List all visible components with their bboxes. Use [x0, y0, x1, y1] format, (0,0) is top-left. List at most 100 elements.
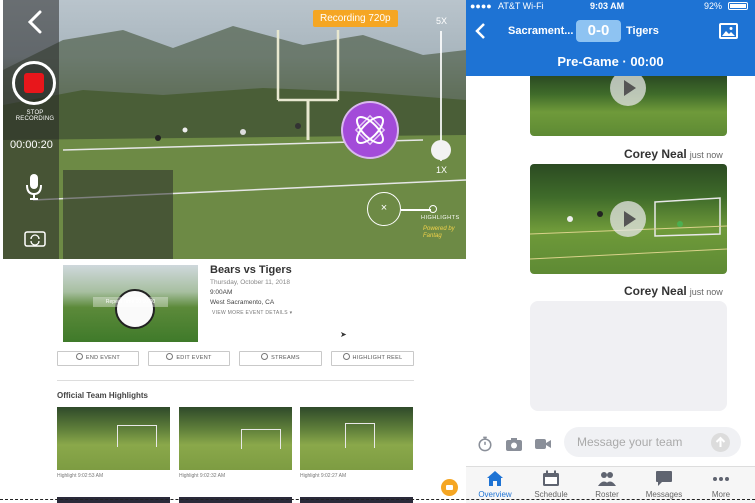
recording-quality-badge: Recording 720p: [313, 10, 398, 27]
highlight-thumbnail[interactable]: [179, 407, 292, 470]
highlight-caption: Highlight 9:02:53 AM: [57, 473, 104, 479]
tab-overview[interactable]: Overview: [466, 470, 524, 499]
bottom-dashed-border: [0, 499, 755, 501]
tab-label: More: [711, 490, 731, 499]
highlight-thumbnail[interactable]: [57, 407, 170, 470]
powered-by-text: Powered by: [423, 226, 455, 232]
app-logo-button[interactable]: [341, 101, 399, 159]
powered-by-label: Powered by Fantag: [423, 226, 455, 240]
event-title: Bears vs Tigers: [210, 264, 292, 276]
tab-label: Messages: [645, 490, 683, 499]
thumbnail-banner: Repeat Time 00:00:00: [93, 297, 168, 307]
calendar-icon: [543, 470, 559, 486]
highlight-indicator-dot: [429, 205, 437, 213]
score-badge: 0-0: [576, 20, 621, 42]
mouse-cursor-icon: ➤: [340, 330, 347, 339]
highlights-label: HIGHLIGHTS: [421, 215, 460, 221]
play-button-icon[interactable]: [610, 201, 646, 237]
soccer-ball-image: [115, 289, 155, 329]
streams-button[interactable]: STREAMS: [239, 351, 322, 366]
goal-image: [241, 429, 281, 449]
section-divider: [57, 380, 414, 381]
home-team-name: Sacrament...: [508, 25, 574, 37]
game-status: Pre-Game · 00:00: [557, 54, 664, 69]
tab-label: Roster: [595, 490, 619, 499]
streams-icon: [261, 353, 269, 361]
edit-event-button[interactable]: EDIT EVENT: [148, 351, 230, 366]
goal-image: [117, 425, 157, 447]
highlight-reel-button[interactable]: HIGHLIGHT REEL: [331, 351, 414, 366]
goal-image: [345, 423, 375, 448]
highlights-section-title: Official Team Highlights: [57, 391, 148, 400]
event-location: West Sacramento, CA: [210, 299, 275, 306]
tab-schedule[interactable]: Schedule: [522, 470, 580, 499]
camera-icon[interactable]: [505, 436, 523, 452]
game-header: Sacrament... 0-0 Tigers Pre-Game · 00:00: [466, 12, 755, 76]
battery-percent: 92%: [704, 1, 723, 11]
edit-event-label: EDIT EVENT: [176, 355, 212, 361]
message-time: just now: [689, 150, 723, 160]
home-icon: [487, 471, 503, 486]
end-event-button[interactable]: END EVENT: [57, 351, 139, 366]
recorder-controls-panel: [3, 0, 59, 259]
highlight-thumbnail[interactable]: [300, 407, 413, 470]
end-event-label: END EVENT: [85, 355, 121, 361]
back-arrow-icon[interactable]: [474, 22, 486, 40]
event-time: 9:00AM: [210, 289, 233, 296]
carrier-label: AT&T Wi-Fi: [498, 1, 544, 11]
stop-recording-label: STOP RECORDING: [15, 110, 55, 122]
zoom-slider-handle[interactable]: [431, 140, 451, 160]
end-event-icon: [75, 353, 83, 361]
tab-roster[interactable]: Roster: [578, 470, 636, 499]
microphone-icon[interactable]: [25, 173, 43, 201]
highlight-capture-button[interactable]: ×: [367, 192, 401, 226]
send-button[interactable]: [711, 433, 730, 452]
message-sender: Corey Neal just now: [624, 147, 723, 161]
recording-timer: 00:00:20: [10, 139, 53, 151]
video-message[interactable]: [530, 164, 727, 274]
flip-camera-icon[interactable]: [24, 229, 46, 247]
sender-name: Corey Neal: [624, 284, 687, 298]
event-date: Thursday, October 11, 2018: [210, 279, 290, 286]
camera-preview: STOP RECORDING 00:00:20 Recording 720p 5…: [3, 0, 466, 259]
zoom-max-label: 5X: [436, 16, 448, 26]
message-time: just now: [689, 287, 723, 297]
atom-logo-icon: [354, 114, 386, 146]
video-loading-placeholder: [530, 301, 727, 411]
video-camera-icon[interactable]: [534, 436, 552, 452]
message-sender: Corey Neal just now: [624, 284, 723, 298]
more-icon: [713, 477, 729, 481]
video-message[interactable]: [530, 76, 727, 136]
view-more-details-link[interactable]: VIEW MORE EVENT DETAILS ▾: [212, 310, 292, 316]
status-bar: ●●●● AT&T Wi-Fi 9:03 AM 92%: [466, 0, 755, 12]
highlight-reel-label: HIGHLIGHT REEL: [352, 355, 403, 361]
sender-name: Corey Neal: [624, 147, 687, 161]
stopwatch-icon[interactable]: [476, 436, 494, 452]
phone-chat-screen: ●●●● AT&T Wi-Fi 9:03 AM 92% Sacrament...…: [466, 0, 755, 503]
people-icon: [598, 472, 616, 486]
tab-more[interactable]: More: [692, 470, 750, 499]
highlight-connector-line: [401, 209, 431, 211]
chat-icon: [656, 471, 672, 486]
stop-recording-button[interactable]: [12, 61, 56, 105]
highlight-caption: Highlight 9:02:32 AM: [179, 473, 226, 479]
stop-square-icon: [24, 73, 44, 93]
brand-name: Fantag: [423, 233, 442, 239]
away-team-name: Tigers: [626, 25, 659, 37]
zoom-min-label: 1X: [436, 165, 448, 175]
gallery-icon[interactable]: [719, 23, 738, 39]
edit-event-icon: [166, 353, 174, 361]
tab-label: Schedule: [534, 490, 568, 499]
clock: 9:03 AM: [590, 1, 625, 11]
recorder-panel: STOP RECORDING 00:00:20 Recording 720p 5…: [0, 0, 466, 503]
event-thumbnail[interactable]: Repeat Time 00:00:00: [63, 265, 198, 342]
image-icon: [722, 27, 735, 36]
streams-label: STREAMS: [271, 355, 300, 361]
highlight-reel-icon: [342, 353, 350, 361]
back-chevron-icon[interactable]: [25, 10, 45, 34]
tab-label: Overview: [478, 490, 512, 499]
chat-launcher-icon[interactable]: [441, 479, 458, 496]
tab-messages[interactable]: Messages: [635, 470, 693, 499]
play-button-icon[interactable]: [610, 76, 646, 106]
highlight-caption: Highlight 9:02:27 AM: [300, 473, 347, 479]
